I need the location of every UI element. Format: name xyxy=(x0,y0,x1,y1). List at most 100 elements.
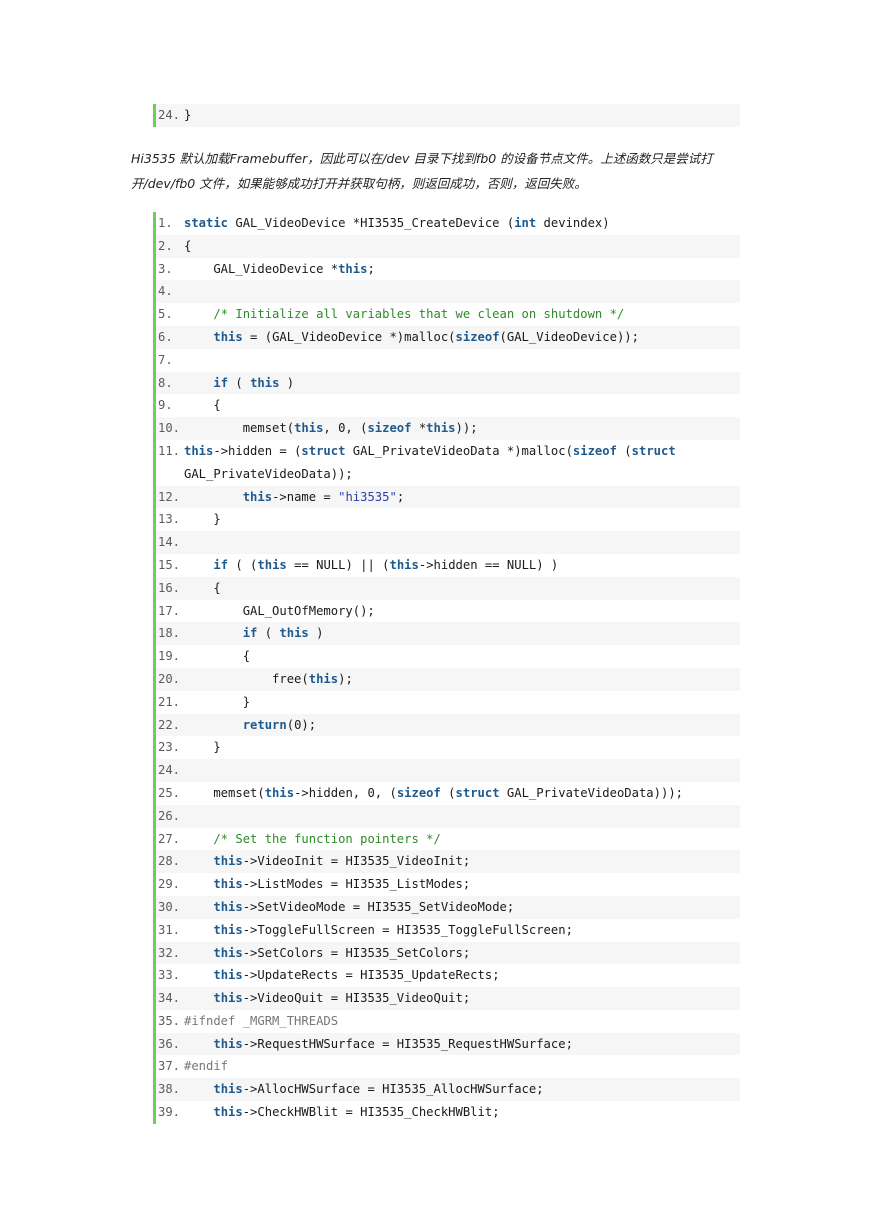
code-token: GAL_VideoDevice *HI3535_CreateDevice ( xyxy=(228,216,515,230)
preprocessor-token: #endif xyxy=(184,1059,229,1074)
preprocessor-token: #ifndef _MGRM_THREADS xyxy=(184,1013,339,1028)
line-number: 34. xyxy=(158,991,181,1006)
code-line: 7. xyxy=(156,349,740,372)
keyword-token: static xyxy=(184,216,229,230)
code-token: ->hidden == NULL) ) xyxy=(418,557,559,572)
keyword-token: sizeof xyxy=(455,329,500,344)
code-text: this = (GAL_VideoDevice *)malloc(sizeof(… xyxy=(184,326,740,349)
code-line: 32. this->SetColors = HI3535_SetColors; xyxy=(156,941,740,965)
code-token: ( xyxy=(440,785,456,800)
keyword-token: sizeof xyxy=(367,421,412,436)
code-text: this->SetColors = HI3535_SetColors; xyxy=(184,942,740,965)
code-token: * xyxy=(411,421,427,436)
code-listing: 1. static GAL_VideoDevice *HI3535_CreateD… xyxy=(153,212,740,1124)
code-text: free(this); xyxy=(184,668,740,691)
keyword-token: if xyxy=(213,557,229,572)
keyword-token: this xyxy=(213,877,243,892)
line-number: 37. xyxy=(158,1059,181,1074)
code-text: this->hidden = (struct GAL_PrivateVideoD… xyxy=(184,440,740,486)
keyword-token: sizeof xyxy=(396,785,441,800)
line-number: 25. xyxy=(158,785,181,800)
keyword-token: this xyxy=(213,854,243,869)
code-line: 6. this = (GAL_VideoDevice *)malloc(size… xyxy=(156,325,740,349)
keyword-token: this xyxy=(426,421,456,436)
code-token: devindex) xyxy=(536,216,610,230)
comment-token: /* Initialize all variables that we clea… xyxy=(213,307,625,322)
code-token: GAL_PrivateVideoData *)malloc( xyxy=(345,443,573,458)
line-number: 11. xyxy=(158,443,181,458)
keyword-token: sizeof xyxy=(572,443,617,458)
code-token: GAL_PrivateVideoData)); xyxy=(184,466,353,481)
keyword-token: if xyxy=(213,375,229,390)
code-line: 18. if ( this ) xyxy=(156,622,740,646)
code-line: 30. this->SetVideoMode = HI3535_SetVideo… xyxy=(156,895,740,919)
code-token: { xyxy=(184,580,221,595)
code-text: /* Initialize all variables that we clea… xyxy=(184,303,740,326)
code-token: } xyxy=(184,740,221,755)
line-number: 14. xyxy=(158,535,181,550)
code-line: 2. { xyxy=(156,234,740,258)
code-line: 16. { xyxy=(156,576,740,600)
code-line: 20. free(this); xyxy=(156,667,740,691)
line-number: 33. xyxy=(158,968,181,983)
keyword-token: this xyxy=(213,922,243,937)
keyword-token: return xyxy=(242,717,287,732)
code-text: this->CheckHWBlit = HI3535_CheckHWBlit; xyxy=(184,1101,740,1124)
code-text: #ifndef _MGRM_THREADS xyxy=(184,1010,740,1033)
line-number: 23. xyxy=(158,740,181,755)
line-number: 17. xyxy=(158,603,181,618)
code-token: , 0, ( xyxy=(323,421,368,436)
code-token: memset( xyxy=(184,421,295,436)
code-line: 25. memset(this->hidden, 0, (sizeof (str… xyxy=(156,782,740,805)
keyword-token: this xyxy=(213,899,243,914)
code-line: 28. this->VideoInit = HI3535_VideoInit; xyxy=(156,850,740,874)
code-line: 21. } xyxy=(156,691,740,714)
code-text: this->RequestHWSurface = HI3535_RequestH… xyxy=(184,1033,740,1056)
code-line: 33. this->UpdateRects = HI3535_UpdateRec… xyxy=(156,964,740,987)
code-line: 24. xyxy=(156,759,740,782)
line-number: 30. xyxy=(158,899,181,914)
code-text: { xyxy=(184,235,740,258)
code-line: 5. /* Initialize all variables that we c… xyxy=(156,303,740,326)
line-number: 32. xyxy=(158,945,181,960)
code-token: GAL_OutOfMemory(); xyxy=(184,603,375,618)
code-text: if ( this ) xyxy=(184,372,740,395)
code-text: this->AllocHWSurface = HI3535_AllocHWSur… xyxy=(184,1078,740,1101)
line-number: 21. xyxy=(158,694,181,709)
code-text: } xyxy=(184,508,740,531)
line-number: 12. xyxy=(158,489,181,504)
keyword-token: this xyxy=(257,557,287,572)
line-number: 22. xyxy=(158,717,181,732)
keyword-token: this xyxy=(213,1105,243,1120)
code-text: if ( this ) xyxy=(184,622,740,645)
line-number: 20. xyxy=(158,671,181,686)
code-token: ) xyxy=(279,375,295,390)
body-paragraph: Hi3535 默认加载Framebuffer，因此可以在/dev 目录下找到fb… xyxy=(131,151,713,191)
code-text: { xyxy=(184,645,740,668)
code-line: 13. } xyxy=(156,508,740,531)
keyword-token: this xyxy=(264,785,295,800)
keyword-token: this xyxy=(213,945,243,960)
line-number: 19. xyxy=(158,649,181,664)
line-number: 38. xyxy=(158,1082,181,1097)
code-text: } xyxy=(184,691,740,714)
code-text: this->ToggleFullScreen = HI3535_ToggleFu… xyxy=(184,919,740,942)
keyword-token: this xyxy=(213,329,243,344)
code-text: this->VideoInit = HI3535_VideoInit; xyxy=(184,850,740,873)
line-number: 9. xyxy=(158,398,173,413)
code-line: 36. this->RequestHWSurface = HI3535_Requ… xyxy=(156,1032,740,1056)
code-line: 39. this->CheckHWBlit = HI3535_CheckHWBl… xyxy=(156,1101,740,1124)
code-token: (GAL_VideoDevice)); xyxy=(499,329,639,344)
keyword-token: this xyxy=(213,1082,243,1097)
code-line: 12. this->name = "hi3535"; xyxy=(156,485,740,509)
keyword-token: this xyxy=(308,671,339,686)
code-text: if ( (this == NULL) || (this->hidden == … xyxy=(184,554,740,577)
code-text: this->name = "hi3535"; xyxy=(184,486,740,509)
line-number: 36. xyxy=(158,1036,181,1051)
keyword-token: struct xyxy=(455,785,500,800)
